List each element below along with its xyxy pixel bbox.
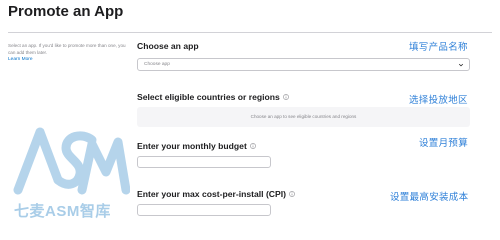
max-cpi-input[interactable]: [137, 204, 271, 216]
annotation-budget: 设置月预算: [419, 138, 469, 149]
choose-app-label: Choose an app: [137, 41, 199, 51]
countries-hint-text: Choose an app to see eligible countries …: [250, 114, 357, 119]
chevron-down-icon: [458, 63, 464, 67]
page-title: Promote an App: [8, 3, 124, 20]
info-circle-icon[interactable]: [282, 94, 289, 100]
choose-app-placeholder: Choose app: [144, 62, 170, 67]
info-circle-icon[interactable]: [249, 143, 256, 149]
countries-label: Select eligible countries or regions: [137, 92, 289, 102]
learn-more-link[interactable]: Learn More: [8, 57, 33, 62]
sidebar-help-text: Select an app. If you'd like to promote …: [8, 43, 126, 55]
choose-app-label-text: Choose an app: [137, 41, 199, 51]
cpi-label: Enter your max cost-per-install (CPI): [137, 189, 295, 199]
budget-label-text: Enter your monthly budget: [137, 141, 247, 151]
annotation-countries: 选择投放地区: [409, 95, 468, 106]
annotation-cpi: 设置最高安装成本: [390, 192, 469, 203]
annotation-choose-app: 填写产品名称: [409, 42, 468, 53]
info-circle-icon[interactable]: [289, 191, 295, 197]
monthly-budget-input[interactable]: [137, 156, 271, 168]
budget-label: Enter your monthly budget: [137, 141, 256, 151]
choose-app-select[interactable]: Choose app: [137, 58, 470, 71]
watermark-text: 七麦ASM智库: [14, 203, 111, 220]
countries-label-text: Select eligible countries or regions: [137, 92, 280, 102]
countries-region-panel: Choose an app to see eligible countries …: [137, 107, 470, 127]
title-divider: [8, 32, 492, 33]
cpi-label-text: Enter your max cost-per-install (CPI): [137, 189, 286, 199]
